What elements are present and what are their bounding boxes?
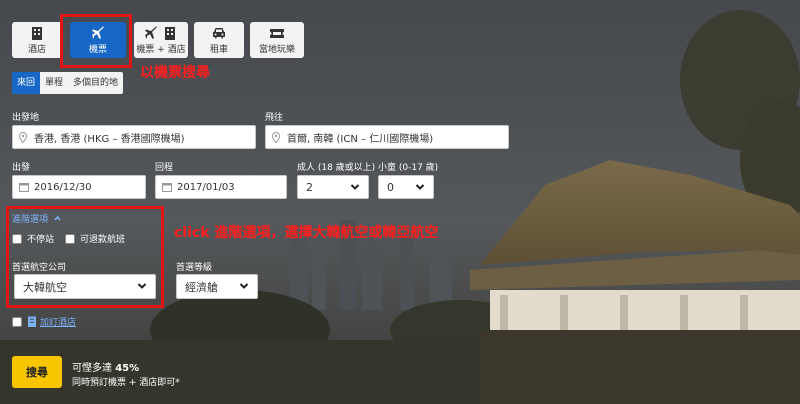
destination-value: 首爾, 南韓 (ICN – 仁川國際機場) (287, 133, 434, 145)
origin-label: 出發地 (12, 113, 40, 123)
return-date-input[interactable]: 2017/01/03 (155, 175, 287, 199)
car-icon (213, 27, 225, 38)
chevron-down-icon (350, 184, 360, 190)
tab-label: 當地玩樂 (258, 44, 295, 55)
trip-type-roundtrip[interactable]: 來回 (12, 72, 41, 94)
trip-type-oneway[interactable]: 單程 (40, 72, 68, 94)
preferred-class-select[interactable]: 經濟艙 (176, 274, 258, 299)
children-label: 小童 (0-17 歲) (378, 163, 439, 173)
checkbox-box (12, 316, 22, 327)
adults-label: 成人 (18 歲或以上) (297, 163, 376, 173)
children-select[interactable]: 0 (378, 175, 434, 199)
location-pin-icon (272, 131, 282, 143)
origin-input[interactable]: 香港, 香港 (HKG – 香港國際機場) (12, 125, 256, 149)
tab-label: 機票 + 酒店 (136, 44, 186, 55)
search-button[interactable]: 搜尋 (12, 356, 62, 388)
tab-flight-hotel[interactable]: 機票 + 酒店 (134, 22, 188, 58)
destination-label: 飛往 (265, 113, 284, 123)
advanced-options-highlight (6, 206, 164, 308)
class-value: 經濟艙 (185, 280, 218, 294)
hotel-icon (28, 316, 36, 327)
tab-annotation: 以機票搜尋 (140, 65, 210, 81)
promo-amount: 45% (115, 363, 140, 374)
trip-type-multicity[interactable]: 多個目的地 (68, 72, 123, 94)
depart-date-input[interactable]: 2016/12/30 (12, 175, 146, 199)
origin-value: 香港, 香港 (HKG – 香港國際機場) (34, 133, 185, 145)
adults-select[interactable]: 2 (297, 175, 369, 199)
chevron-down-icon (239, 283, 249, 289)
depart-label: 出發 (12, 163, 31, 173)
depart-date-value: 2016/12/30 (34, 181, 92, 193)
calendar-icon (19, 182, 29, 192)
add-hotel-checkbox[interactable]: 加訂酒店 (12, 315, 76, 328)
advanced-annotation: click 進階選項，選擇大韓航空或韓亞航空 (174, 225, 439, 241)
class-label: 首選等級 (176, 263, 213, 273)
chevron-down-icon (415, 184, 425, 190)
promo-prefix: 可慳多達 (72, 363, 112, 374)
trip-type-selector: 來回 單程 多個目的地 (12, 72, 124, 94)
flight-search-panel: 酒店 機票 機票 + 酒店 租車 當地玩樂 以機票搜尋 來回 單程 多個目的地 … (0, 0, 800, 404)
calendar-icon (162, 182, 172, 192)
return-date-value: 2017/01/03 (177, 181, 235, 193)
return-label: 回程 (155, 163, 174, 173)
hotel-icon (32, 26, 42, 40)
adults-value: 2 (306, 180, 313, 194)
children-value: 0 (387, 180, 394, 194)
tab-car-rental[interactable]: 租車 (194, 22, 244, 58)
location-pin-icon (19, 131, 29, 143)
tab-label: 酒店 (27, 44, 46, 55)
tab-hotel[interactable]: 酒店 (12, 22, 62, 58)
tab-activities[interactable]: 當地玩樂 (250, 22, 304, 58)
tab-label: 租車 (209, 44, 228, 55)
add-hotel-label: 加訂酒店 (40, 318, 77, 328)
promo-line-2: 同時預訂機票 + 酒店即可* (72, 378, 180, 388)
destination-input[interactable]: 首爾, 南韓 (ICN – 仁川國際機場) (265, 125, 509, 149)
flights-tab-highlight (60, 14, 132, 68)
ticket-icon (270, 28, 284, 38)
promo-line-1: 可慳多達 45% (72, 359, 139, 374)
plane-hotel-icon (145, 26, 175, 40)
